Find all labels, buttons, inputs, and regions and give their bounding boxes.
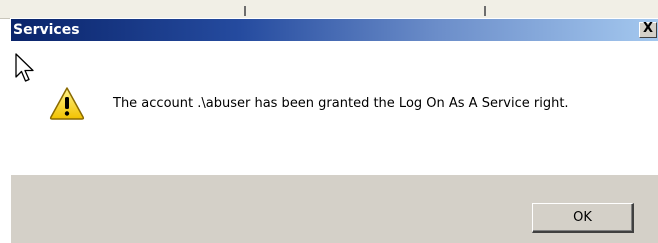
background-separator	[484, 6, 486, 16]
mouse-pointer-icon	[15, 53, 34, 82]
background-window-strip	[0, 0, 658, 19]
dialog-title: Services	[13, 22, 80, 38]
dialog-content: The account .\abuser has been granted th…	[11, 41, 658, 175]
screen: Services X The account .\abuser has been…	[0, 0, 658, 243]
dialog-footer: OK	[11, 175, 658, 243]
dialog-message: The account .\abuser has been granted th…	[113, 96, 569, 111]
dialog-titlebar[interactable]: Services X	[11, 19, 658, 41]
warning-icon	[49, 87, 85, 120]
ok-button[interactable]: OK	[532, 203, 634, 233]
close-button[interactable]: X	[639, 22, 657, 38]
services-dialog: Services X The account .\abuser has been…	[10, 18, 658, 243]
background-separator	[244, 6, 246, 16]
